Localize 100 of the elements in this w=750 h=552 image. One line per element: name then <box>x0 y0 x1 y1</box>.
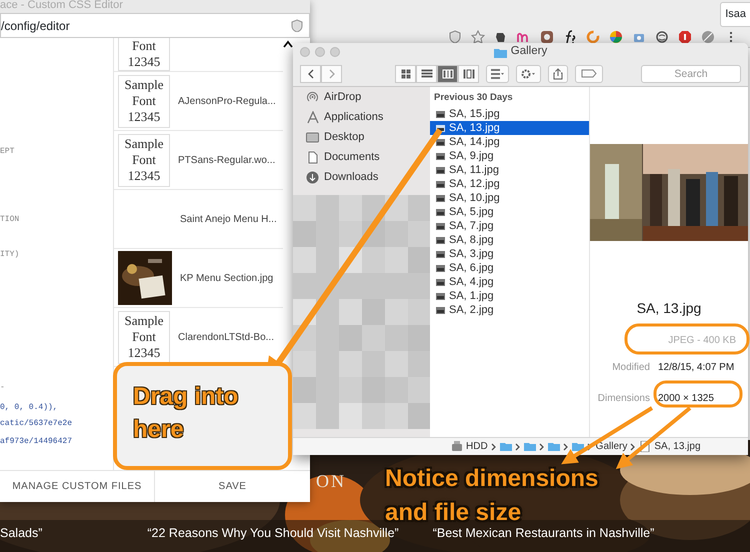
back-button[interactable] <box>300 64 321 82</box>
file-row[interactable]: SA, 10.jpg <box>430 191 589 205</box>
chevron-right-icon <box>562 442 569 450</box>
sample-text: 12345 <box>126 168 162 184</box>
file-name[interactable]: KP Menu Section.jpg <box>180 270 274 286</box>
code-line: EPT <box>0 146 14 158</box>
window-title: ace - Custom CSS Editor <box>0 0 310 13</box>
folder-icon <box>572 441 584 452</box>
info-label: Modified <box>611 361 650 375</box>
view-toggle[interactable] <box>437 64 458 82</box>
cover-flow-icon <box>462 68 474 80</box>
headline-link[interactable]: Salads” <box>0 524 42 543</box>
color-wheel-icon[interactable] <box>609 30 623 44</box>
chevron-right-icon <box>514 442 521 450</box>
sync-icon[interactable] <box>655 30 669 44</box>
file-name[interactable]: Saint Anejo Menu H... <box>180 212 277 226</box>
icon-view-icon <box>400 68 412 80</box>
file-name[interactable]: PTSans-Regular.wo... <box>178 152 276 168</box>
airdrop-icon <box>306 90 319 104</box>
sample-text: Font <box>131 38 157 54</box>
callout-note: Drag into here <box>113 362 292 470</box>
chevron-left-icon <box>306 68 314 78</box>
window-title: Gallery <box>510 44 548 60</box>
sample-text: 12345 <box>126 345 162 361</box>
file-name[interactable]: ClarendonLTStd-Bo... <box>178 330 274 344</box>
code-line: ITY) <box>0 249 20 261</box>
chevron-right-icon <box>328 68 336 78</box>
desktop-icon <box>306 130 319 144</box>
folder-icon <box>548 441 560 452</box>
file-row[interactable]: SA, 13.jpg <box>430 121 589 135</box>
list-view-icon <box>420 68 432 80</box>
sample-text: Sample <box>124 77 164 93</box>
sample-text: 12345 <box>126 54 162 70</box>
sidebar-item[interactable]: AirDrop <box>293 87 430 107</box>
tag-icon <box>581 69 597 78</box>
file-row[interactable]: SA, 12.jpg <box>430 177 589 191</box>
manage-files-button[interactable]: MANAGE CUSTOM FILES <box>0 471 155 502</box>
url-text: /config/editor <box>1 18 70 34</box>
grid-icon <box>491 68 504 78</box>
code-line: TION <box>0 214 20 226</box>
shield-icon <box>291 19 303 32</box>
ring-icon[interactable] <box>586 30 600 44</box>
sample-text: Font <box>131 329 157 345</box>
file-row[interactable]: SA, 11.jpg <box>430 163 589 177</box>
file-row[interactable]: SA, 6.jpg <box>430 261 589 275</box>
code-line: catic/5637e7e2e <box>0 418 72 430</box>
info-value: 2000 × 1325 <box>658 392 714 406</box>
chevron-right-icon <box>490 442 497 450</box>
file-row[interactable]: SA, 8.jpg <box>430 233 589 247</box>
function-icon[interactable] <box>563 30 577 44</box>
folder-icon <box>524 441 536 452</box>
file-row[interactable]: SA, 9.jpg <box>430 149 589 163</box>
path-item[interactable]: SA, 13.jpg <box>654 439 701 454</box>
file-row[interactable]: SA, 3.jpg <box>430 247 589 261</box>
share-icon <box>553 68 563 80</box>
user-button[interactable]: Isaa <box>720 2 750 26</box>
arrange-button[interactable] <box>486 64 509 82</box>
column-view-icon <box>442 68 454 80</box>
file-row[interactable]: SA, 7.jpg <box>430 219 589 233</box>
share-button[interactable] <box>548 64 568 82</box>
stop-icon[interactable] <box>678 30 692 44</box>
sample-text: Sample <box>124 136 164 152</box>
address-bar[interactable]: /config/editor <box>0 13 310 38</box>
sidebar-item[interactable]: Documents <box>293 147 430 167</box>
star-icon[interactable] <box>471 30 485 44</box>
script-m-icon[interactable] <box>517 30 531 44</box>
sample-text: Font <box>131 93 157 109</box>
camera-icon[interactable] <box>540 30 554 44</box>
info-value: 12/8/15, 4:07 PM <box>658 361 734 375</box>
view-toggle[interactable] <box>458 64 479 82</box>
code-line: - <box>0 382 5 394</box>
sidebar-item[interactable]: Desktop <box>293 127 430 147</box>
action-button[interactable] <box>516 64 541 82</box>
logo-text: ON <box>316 470 346 493</box>
sidebar-item[interactable]: Applications <box>293 107 430 127</box>
file-row[interactable]: SA, 15.jpg <box>430 107 589 121</box>
sample-text: Font <box>131 152 157 168</box>
view-toggle[interactable] <box>416 64 437 82</box>
downloads-icon <box>306 170 319 184</box>
documents-icon <box>306 150 319 164</box>
file-row[interactable]: SA, 1.jpg <box>430 289 589 303</box>
path-item[interactable]: Gallery <box>596 439 628 454</box>
file-name[interactable]: AJensonPro-Regula... <box>178 94 276 108</box>
shield-icon[interactable] <box>448 30 462 44</box>
code-line: 0, 0, 0.4)), <box>0 402 58 414</box>
apps-icon <box>306 110 319 124</box>
sidebar-item[interactable]: Downloads <box>293 167 430 187</box>
file-row[interactable]: SA, 2.jpg <box>430 303 589 317</box>
file-title: SA, 13.jpg <box>636 299 702 318</box>
path-item[interactable]: HDD <box>466 439 488 454</box>
file-row[interactable]: SA, 5.jpg <box>430 205 589 219</box>
file-row[interactable]: SA, 14.jpg <box>430 135 589 149</box>
tag-button[interactable] <box>575 64 603 82</box>
save-button[interactable]: SAVE <box>155 471 310 502</box>
gear-icon <box>521 68 536 78</box>
file-row[interactable]: SA, 4.jpg <box>430 275 589 289</box>
chevron-up-icon[interactable] <box>283 40 293 48</box>
view-toggle[interactable] <box>395 64 416 82</box>
search-field[interactable]: Search <box>641 64 741 82</box>
chevron-right-icon <box>630 442 636 450</box>
